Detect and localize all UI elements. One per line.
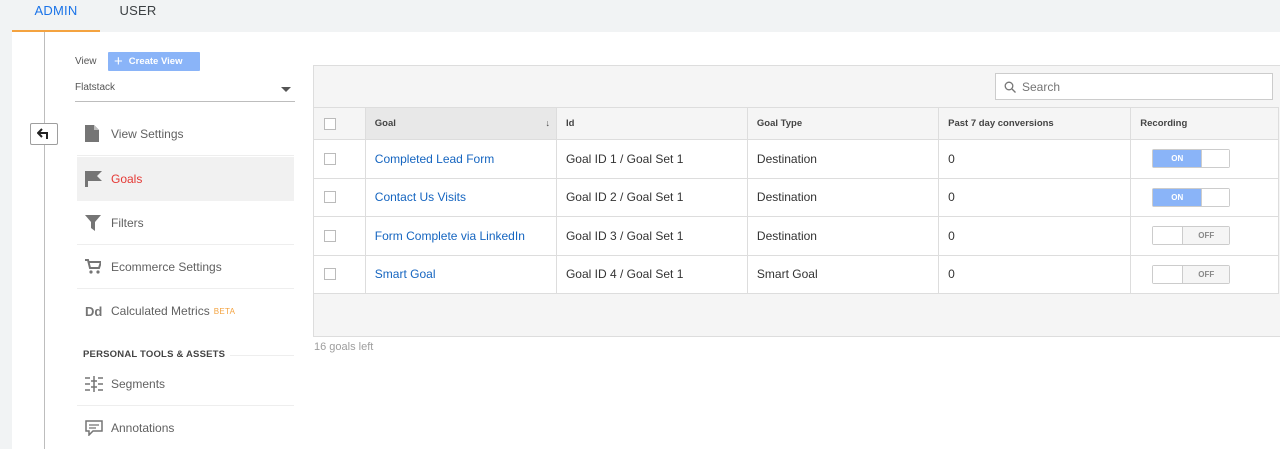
admin-main: View + Create View Flatstack View Settin… (12, 32, 1280, 449)
back-button[interactable] (30, 123, 58, 145)
nav-item-label: Goals (111, 172, 143, 186)
table-header-row: Goal ↓ Id Goal Type Past 7 day conversion… (313, 107, 1279, 140)
recording-toggle[interactable]: OFF (1152, 264, 1231, 284)
annotation-icon (77, 420, 111, 436)
tab-user[interactable]: USER (110, 0, 166, 32)
create-view-button[interactable]: + Create View (108, 52, 200, 71)
goal-conversions: 0 (938, 177, 1132, 217)
nav-item-annotations[interactable]: Annotations (77, 406, 294, 449)
column-header-goal-type[interactable]: Goal Type (746, 107, 940, 140)
filter-icon (77, 214, 111, 231)
search-input[interactable] (1022, 79, 1262, 94)
nav-item-label: Segments (111, 376, 166, 391)
plus-icon: + (114, 53, 123, 70)
nav-item-goals[interactable]: Goals (77, 157, 294, 201)
row-checkbox-cell (313, 216, 366, 256)
nav-item-ecommerce-settings[interactable]: Ecommerce Settings (77, 245, 294, 289)
top-tabs: ADMIN USER (0, 0, 1280, 32)
goal-conversions: 0 (938, 216, 1132, 256)
row-checkbox[interactable] (324, 152, 336, 165)
table-row: Smart Goal Goal ID 4 / Goal Set 1 Smart … (313, 254, 1279, 294)
select-all-checkbox[interactable] (324, 117, 336, 130)
nav-item-label: Annotations (111, 421, 175, 435)
beta-badge: BETA (213, 306, 236, 316)
table-row: Contact Us Visits Goal ID 2 / Goal Set 1… (313, 177, 1279, 217)
goal-id: Goal ID 4 / Goal Set 1 (555, 254, 748, 294)
create-view-label: Create View (128, 56, 183, 67)
goal-id: Goal ID 1 / Goal Set 1 (555, 139, 748, 179)
row-checkbox[interactable] (324, 191, 336, 204)
goal-id: Goal ID 2 / Goal Set 1 (555, 177, 748, 217)
goal-type: Destination (746, 216, 940, 256)
tab-admin[interactable]: ADMIN (12, 0, 100, 32)
goals-table: Goal ↓ Id Goal Type Past 7 day conversion… (313, 107, 1279, 294)
goal-conversions: 0 (938, 139, 1132, 179)
column-header-id[interactable]: Id (555, 107, 748, 140)
cart-icon (77, 259, 111, 274)
table-row: Completed Lead Form Goal ID 1 / Goal Set… (313, 139, 1279, 179)
goal-type: Destination (746, 177, 940, 217)
flag-icon (77, 171, 111, 187)
goals-left-note: 16 goals left (314, 341, 374, 353)
row-checkbox-cell (313, 254, 366, 294)
goal-type: Smart Goal (746, 254, 940, 294)
view-select-value: Flatstack (75, 82, 116, 93)
view-label: View (75, 56, 97, 67)
heading-divider (230, 355, 294, 356)
column-header-goal[interactable]: Goal ↓ (364, 107, 557, 140)
nav-item-filters[interactable]: Filters (77, 201, 294, 245)
dd-icon: Dd (85, 303, 103, 319)
segments-icon (77, 375, 111, 392)
search-icon (1004, 81, 1016, 93)
column-header-recording[interactable]: Recording (1130, 107, 1279, 140)
nav-item-label: Calculated Metrics (111, 304, 210, 318)
nav-item-calculated-metrics[interactable]: Dd Calculated Metrics BETA (77, 289, 294, 333)
row-checkbox[interactable] (324, 229, 336, 242)
view-select[interactable]: Flatstack (75, 82, 295, 102)
goal-id: Goal ID 3 / Goal Set 1 (555, 216, 748, 256)
recording-toggle[interactable]: OFF (1152, 226, 1231, 246)
recording-cell: ON (1130, 177, 1279, 217)
select-all-cell (313, 107, 366, 140)
row-checkbox[interactable] (324, 268, 336, 281)
personal-tools-heading: PERSONAL TOOLS & ASSETS (83, 349, 226, 360)
row-checkbox-cell (313, 139, 366, 179)
recording-cell: OFF (1130, 254, 1279, 294)
document-icon (77, 125, 111, 142)
nav-item-label: Filters (111, 215, 144, 230)
nav-item-label: View Settings (111, 126, 184, 141)
recording-cell: OFF (1130, 216, 1279, 256)
nav-item-view-settings[interactable]: View Settings (77, 112, 294, 156)
sort-down-icon: ↓ (545, 118, 550, 128)
row-checkbox-cell (313, 177, 366, 217)
table-row: Form Complete via LinkedIn Goal ID 3 / G… (313, 216, 1279, 256)
caret-down-icon (281, 87, 291, 92)
column-divider (44, 32, 45, 449)
column-header-conversions[interactable]: Past 7 day conversions (938, 107, 1132, 140)
recording-toggle[interactable]: ON (1152, 149, 1231, 169)
goal-name-link[interactable]: Smart Goal (364, 254, 557, 294)
goal-conversions: 0 (938, 254, 1132, 294)
goal-name-link[interactable]: Contact Us Visits (364, 177, 557, 217)
goal-name-link[interactable]: Form Complete via LinkedIn (364, 216, 557, 256)
back-arrow-icon (37, 128, 48, 139)
nav-item-label: Ecommerce Settings (111, 259, 222, 274)
nav-item-segments[interactable]: Segments (77, 362, 294, 406)
recording-cell: ON (1130, 139, 1279, 179)
goal-name-link[interactable]: Completed Lead Form (364, 139, 557, 179)
search-box[interactable] (995, 73, 1273, 100)
goals-panel: Goal↓ Id Goal Type Past 7 day conversion… (313, 65, 1280, 337)
recording-toggle[interactable]: ON (1152, 187, 1231, 207)
goal-type: Destination (746, 139, 940, 179)
